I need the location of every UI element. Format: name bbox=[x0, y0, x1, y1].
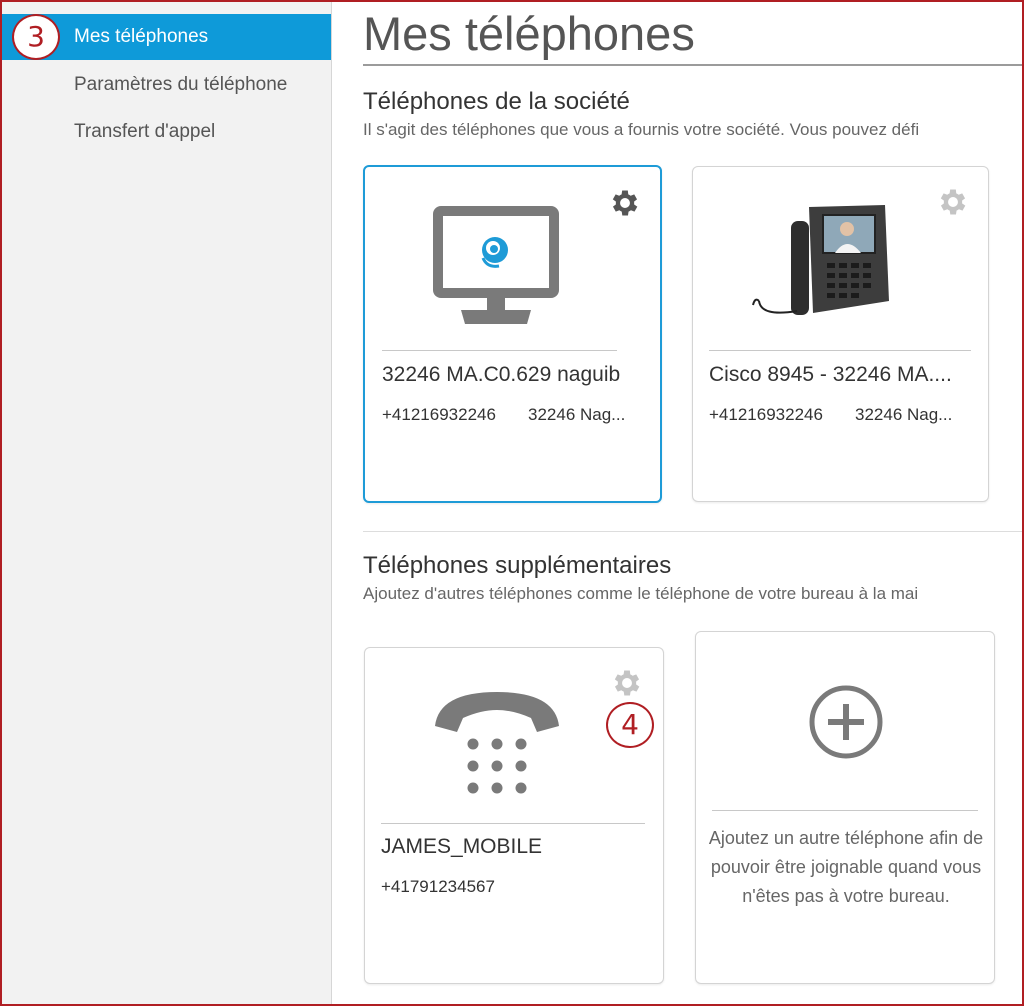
plus-circle-icon[interactable] bbox=[808, 684, 884, 760]
phone-name: JAMES_MOBILE bbox=[381, 835, 543, 858]
phone-name: 32246 MA.C0.629 naguib bbox=[382, 363, 621, 386]
phone-number: +41216932246 bbox=[709, 405, 823, 424]
phone-number: +41791234567 bbox=[381, 877, 495, 896]
gear-icon[interactable] bbox=[936, 185, 970, 219]
phone-card-cisco-8945[interactable]: Cisco 8945 - 32246 MA.... +41216932246 3… bbox=[692, 166, 989, 502]
phone-number: +41216932246 bbox=[382, 405, 496, 424]
company-phones-heading: Téléphones de la société bbox=[363, 88, 630, 115]
sidebar-item-phone-settings[interactable]: Paramètres du téléphone bbox=[2, 62, 331, 108]
computer-softphone-icon bbox=[433, 206, 559, 324]
additional-phones-description: Ajoutez d'autres téléphones comme le tél… bbox=[363, 584, 919, 603]
sidebar: Mes téléphones Paramètres du téléphone T… bbox=[2, 2, 332, 1004]
step-3-callout: 3 bbox=[12, 14, 60, 60]
step-4-callout: 4 bbox=[606, 702, 654, 748]
card-divider bbox=[709, 350, 971, 351]
company-phones-description: Il s'agit des téléphones que vous a four… bbox=[363, 120, 920, 139]
main-content: Mes téléphones Téléphones de la société … bbox=[333, 2, 1022, 1004]
add-phone-text: Ajoutez un autre téléphone afin de pouvo… bbox=[708, 828, 984, 906]
card-divider bbox=[381, 823, 645, 824]
card-divider bbox=[382, 350, 617, 351]
phone-name: Cisco 8945 - 32246 MA.... bbox=[709, 363, 952, 386]
handset-keypad-icon bbox=[435, 692, 559, 794]
phone-card-mobile[interactable]: JAMES_MOBILE +41791234567 bbox=[364, 647, 664, 984]
gear-icon[interactable] bbox=[608, 186, 642, 220]
section-divider bbox=[363, 531, 1022, 532]
title-divider bbox=[363, 64, 1022, 66]
additional-phones-heading: Téléphones supplémentaires bbox=[363, 552, 672, 579]
gear-icon[interactable] bbox=[610, 666, 644, 700]
sidebar-item-call-forwarding[interactable]: Transfert d'appel bbox=[2, 109, 331, 155]
page-title: Mes téléphones bbox=[363, 7, 695, 60]
phone-line: 32246 Nag... bbox=[528, 405, 626, 424]
phone-line: 32246 Nag... bbox=[855, 405, 953, 424]
phone-card-softphone[interactable]: 32246 MA.C0.629 naguib +41216932246 3224… bbox=[363, 165, 662, 503]
add-phone-card[interactable]: Ajoutez un autre téléphone afin de pouvo… bbox=[695, 631, 995, 984]
cisco-video-phone-image bbox=[752, 205, 889, 315]
card-divider bbox=[712, 810, 978, 811]
